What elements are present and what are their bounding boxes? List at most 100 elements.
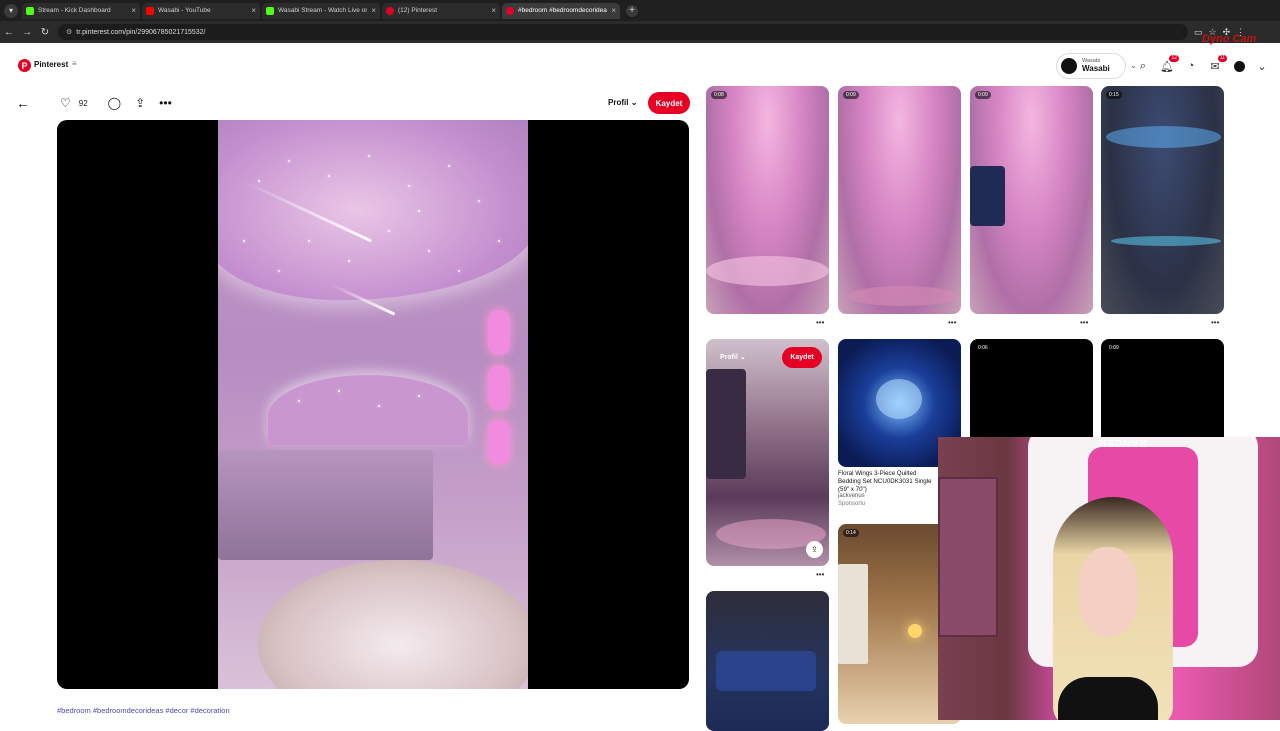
tab-title: Stream - Kick Dashboard: [38, 7, 111, 14]
background-door: [938, 477, 998, 637]
close-icon[interactable]: ×: [251, 6, 256, 15]
more-icon[interactable]: •••: [1211, 318, 1219, 327]
related-pin-tile[interactable]: 0:09: [1101, 339, 1224, 449]
tab-title: (12) Pinterest: [398, 7, 438, 14]
messages-badge: 11: [1217, 55, 1227, 62]
webcam-overlay: RANCER: [938, 437, 1280, 720]
avatar: [1061, 58, 1077, 74]
kick-icon: [26, 6, 34, 15]
new-tab-button[interactable]: +: [626, 4, 638, 17]
profile-avatar[interactable]: [1232, 59, 1246, 73]
tile-board-select[interactable]: Profil ⌄: [720, 353, 746, 361]
browser-tab-bar: ▾ Stream - Kick Dashboard × Wasabi - You…: [0, 0, 1280, 21]
notifications-badge: 12: [1169, 55, 1179, 62]
site-info-icon[interactable]: ⚙: [66, 28, 72, 36]
ad-advertiser: jackvenus: [838, 493, 865, 500]
more-icon[interactable]: •••: [816, 318, 824, 327]
account-switcher[interactable]: Wasabi Wasabi ⌄: [1056, 53, 1137, 79]
related-pin-tile[interactable]: 0:15: [1101, 86, 1224, 314]
streamer-face: [1078, 547, 1138, 637]
glowing-shelf: [488, 365, 510, 410]
starry-ceiling: [218, 120, 528, 300]
related-pin-tile-hovered[interactable]: [706, 339, 829, 566]
pinterest-icon: [386, 6, 394, 15]
close-icon[interactable]: ×: [131, 6, 136, 15]
related-pin-tile[interactable]: 0:08: [706, 86, 829, 314]
comment-button[interactable]: ◯: [108, 96, 121, 110]
tab-kick-stream[interactable]: Wasabi Stream - Watch Live on ×: [262, 2, 380, 19]
chat-icon[interactable]: ◔: [1184, 59, 1198, 73]
tab-search-icon[interactable]: ▾: [4, 3, 18, 18]
tile-share-icon[interactable]: ⇪: [806, 541, 823, 558]
save-button[interactable]: Kaydet: [648, 92, 690, 114]
chevron-down-icon[interactable]: ⌄: [1255, 59, 1269, 73]
related-pin-tile[interactable]: 0:09: [838, 86, 961, 314]
tab-pinterest-home[interactable]: (12) Pinterest ×: [382, 2, 500, 19]
rug: [258, 560, 528, 689]
video-duration: 0:08: [711, 91, 727, 99]
tab-title: Wasabi - YouTube: [158, 7, 211, 14]
pin-hashtags[interactable]: #bedroom #bedroomdecorideas #decor #deco…: [57, 706, 230, 715]
more-icon[interactable]: •••: [816, 570, 824, 579]
tab-kick-dashboard[interactable]: Stream - Kick Dashboard ×: [22, 2, 140, 19]
glowing-shelf: [488, 310, 510, 355]
url-text: tr.pinterest.com/pin/29906785021715532/: [76, 28, 206, 36]
pin-action-bar: ♡ 92 ◯ ⇪ ••• Profil ⌄ Kaydet: [60, 92, 692, 114]
streamer-clothing: [1058, 677, 1158, 720]
heart-icon: ♡: [60, 96, 71, 110]
more-options-button[interactable]: •••: [159, 96, 172, 110]
tile-save-button[interactable]: Kaydet: [782, 347, 822, 368]
tab-title: Wasabi Stream - Watch Live on: [278, 7, 368, 14]
ad-pin-info[interactable]: Floral Wings 3-Piece Quilted Bedding Set…: [838, 470, 938, 508]
share-button[interactable]: ⇪: [135, 96, 145, 110]
kick-icon: [266, 6, 274, 15]
search-icon[interactable]: ⌕: [1136, 59, 1150, 73]
video-duration: 0:09: [1106, 344, 1122, 352]
messages-icon[interactable]: ✉ 11: [1208, 55, 1227, 73]
share-icon: ⇪: [135, 96, 146, 110]
back-arrow-icon[interactable]: ←: [0, 27, 18, 38]
like-count: 92: [78, 98, 88, 108]
like-button[interactable]: ♡ 92: [60, 96, 88, 110]
bed: [218, 450, 433, 560]
reload-icon[interactable]: ↻: [36, 27, 54, 38]
pin-video-player[interactable]: [57, 120, 689, 689]
board-select-label: Profil: [608, 98, 629, 107]
glowing-shelf: [488, 420, 510, 465]
related-pin-tile[interactable]: [706, 591, 829, 731]
tile-board-label: Profil: [720, 354, 738, 361]
pinterest-icon: [506, 6, 514, 15]
close-icon[interactable]: ×: [611, 6, 616, 15]
back-button[interactable]: ←: [16, 95, 30, 111]
chevron-down-icon: ⌄: [630, 98, 638, 107]
board-select[interactable]: Profil ⌄: [608, 98, 637, 107]
pin-video-frame: [218, 120, 528, 689]
close-icon[interactable]: ×: [491, 6, 496, 15]
video-duration: 0:06: [975, 344, 991, 352]
notifications-bell-icon[interactable]: 🔔︎ 12: [1160, 55, 1179, 73]
comment-icon: ◯: [107, 96, 122, 110]
video-duration: 0:09: [975, 91, 991, 99]
address-bar[interactable]: ⚙ tr.pinterest.com/pin/29906785021715532…: [58, 24, 1188, 40]
related-pin-tile[interactable]: 0:09: [970, 86, 1093, 314]
tab-youtube[interactable]: Wasabi - YouTube ×: [142, 2, 260, 19]
chair-logo: RANCER: [1098, 437, 1147, 448]
chevron-down-icon: ⌄: [739, 354, 746, 361]
more-icon[interactable]: •••: [948, 318, 956, 327]
more-icon[interactable]: •••: [1080, 318, 1088, 327]
related-pin-tile[interactable]: 0:06: [970, 339, 1093, 449]
sponsored-label: Sponsorlu: [838, 500, 866, 507]
pinterest-logo-icon[interactable]: P: [18, 59, 31, 72]
video-duration: 0:09: [843, 91, 859, 99]
brand-name[interactable]: Pinterest: [34, 60, 68, 69]
tab-pinterest-pin[interactable]: #bedroom #bedroomdecorideas ×: [502, 2, 620, 19]
forward-arrow-icon[interactable]: →: [18, 27, 36, 38]
close-icon[interactable]: ×: [371, 6, 376, 15]
menu-icon[interactable]: ≡: [72, 59, 77, 68]
video-duration: 0:14: [843, 529, 859, 537]
youtube-icon: [146, 6, 154, 15]
account-name: Wasabi: [1082, 63, 1110, 73]
video-duration: 0:15: [1106, 91, 1122, 99]
tab-title: #bedroom #bedroomdecorideas: [518, 7, 608, 14]
ad-title: Floral Wings 3-Piece Quilted Bedding Set…: [838, 470, 932, 493]
